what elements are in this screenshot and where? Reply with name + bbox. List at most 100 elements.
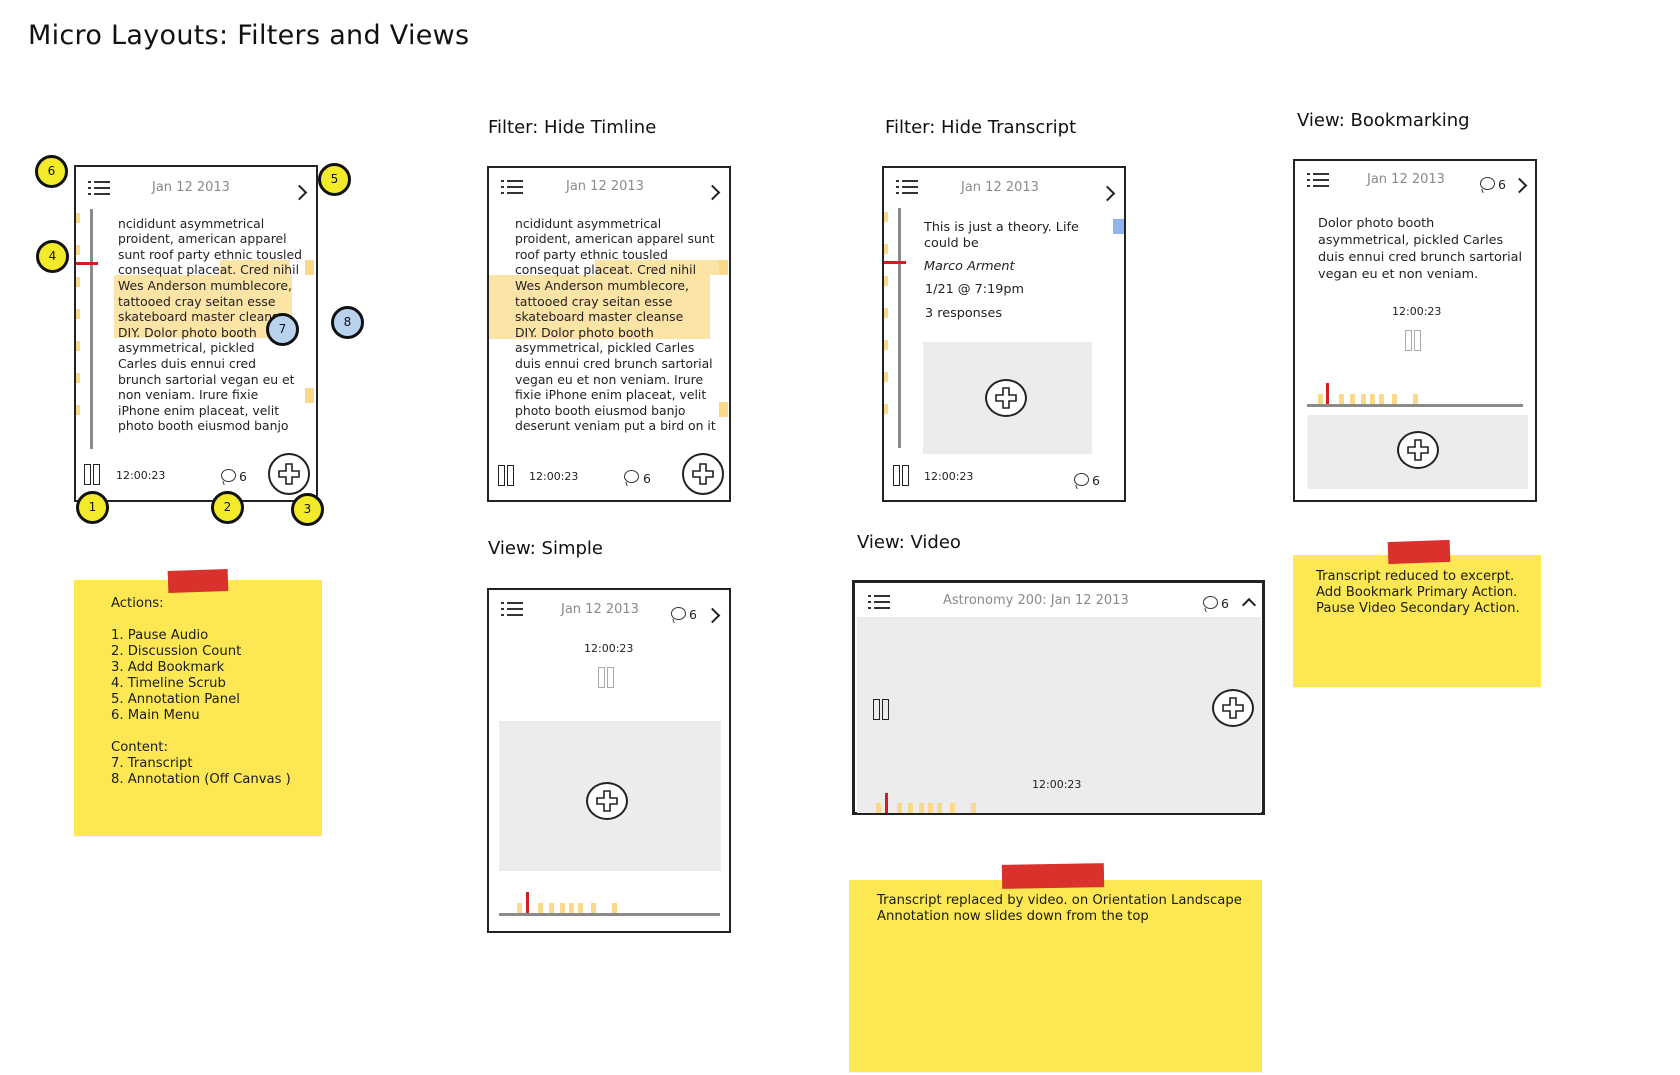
timeline-mark [884,276,888,286]
add-bookmark-button[interactable] [985,379,1027,417]
timeline-track[interactable] [90,209,93,449]
timeline-mark [971,803,976,813]
timeline-scrubber[interactable] [885,793,888,813]
pause-icon[interactable] [873,699,889,720]
add-bookmark-button[interactable] [268,453,310,495]
timeline-scrubber[interactable] [1326,383,1329,405]
timeline-mark [884,308,888,318]
chevron-right-icon[interactable] [704,184,721,201]
chevron-right-icon[interactable] [704,607,721,624]
tape [167,568,229,594]
timeline-track[interactable] [499,913,720,916]
transcript-text: ncididunt asymmetrical proident, america… [515,215,716,434]
bookmark-excerpt: Dolor photo booth asymmetrical, pickled … [1318,216,1523,282]
timeline-mark [884,404,888,414]
timeline-mark [76,309,80,319]
phone-video-landscape: Astronomy 200: Jan 12 2013 6 12:00:23 [852,580,1265,815]
timeline-mark [76,373,80,383]
comment-count: 6 [1221,596,1229,611]
menu-icon[interactable] [501,602,523,616]
menu-icon[interactable] [501,180,523,194]
annotation-mark [305,388,314,403]
date-label: Jan 12 2013 [561,602,639,617]
comment-icon[interactable] [221,469,236,482]
timeline-mark [884,212,888,222]
time-label: 12:00:23 [924,470,974,483]
section-title-hide-timeline: Filter: Hide Timline [488,117,657,138]
pause-icon[interactable] [498,465,514,486]
page-title: Micro Layouts: Filters and Views [28,20,470,51]
timeline-mark [908,803,913,813]
add-bookmark-button[interactable] [1397,431,1439,469]
pause-icon[interactable] [84,464,100,485]
marker-5: 5 [318,163,351,196]
menu-icon[interactable] [88,181,110,195]
section-title-simple: View: Simple [488,538,603,559]
video-area[interactable]: 12:00:23 [857,617,1261,813]
timeline-mark [538,903,543,913]
chevron-up-icon[interactable] [1241,597,1257,613]
marker-3: 3 [291,493,324,526]
timeline-mark [76,341,80,351]
marker-4: 4 [36,240,69,273]
marker-1: 1 [76,491,109,524]
date-label: Jan 12 2013 [152,180,230,195]
menu-icon[interactable] [896,180,918,194]
timeline-track[interactable] [898,208,901,448]
comment-icon[interactable] [624,470,639,483]
menu-icon[interactable] [1307,173,1329,187]
timeline-mark [884,372,888,382]
marker-2: 2 [211,491,244,524]
timeline-scrubber[interactable] [526,892,529,913]
timeline-mark [950,803,955,813]
annotation-quote: This is just a theory. Life could be [924,220,1079,251]
pause-icon[interactable] [598,667,614,688]
comment-count: 6 [689,607,697,622]
timeline-scrubber[interactable] [884,261,906,264]
chevron-right-icon[interactable] [1511,177,1528,194]
media-placeholder [499,721,721,871]
timeline-mark [76,277,80,287]
annotation-mark [719,402,728,417]
comment-icon[interactable] [671,607,686,620]
tape [1387,539,1451,565]
comment-count: 6 [643,471,651,486]
timeline-track[interactable] [1307,404,1523,407]
time-label: 12:00:23 [584,642,634,655]
bookmark-sticky-note: Transcript reduced to excerpt. Add Bookm… [1293,539,1541,687]
timeline-scrubber[interactable] [76,262,98,265]
timeline-mark [919,803,924,813]
timeline-mark [876,803,881,813]
add-bookmark-button[interactable] [1212,689,1254,727]
pause-icon[interactable] [893,465,909,486]
annotation-responses[interactable]: 3 responses [925,306,1002,322]
comment-icon[interactable] [1074,473,1089,486]
phone-hide-timeline: Jan 12 2013 ncididunt asymmetrical proid… [487,166,731,502]
chevron-right-icon[interactable] [291,184,308,201]
timeline-mark [897,803,902,813]
media-placeholder [1307,415,1528,489]
menu-icon[interactable] [868,595,890,609]
add-bookmark-button[interactable] [586,782,628,820]
marker-6: 6 [35,155,68,188]
timeline-mark [884,244,888,254]
timeline-mark [76,245,80,255]
time-label: 12:00:23 [116,469,166,482]
pause-icon[interactable] [1405,330,1421,351]
video-title: Astronomy 200: Jan 12 2013 [943,593,1129,608]
comment-icon[interactable] [1480,177,1495,190]
chevron-right-icon[interactable] [1099,185,1116,202]
timeline-mark [560,903,565,913]
comment-icon[interactable] [1203,596,1218,609]
date-label: Jan 12 2013 [1367,172,1445,187]
add-bookmark-button[interactable] [682,453,724,495]
date-label: Jan 12 2013 [961,180,1039,195]
tape [1001,863,1105,889]
timeline-mark [549,903,554,913]
phone-bookmarking: Jan 12 2013 6 Dolor photo booth asymmetr… [1293,159,1537,502]
actions-note-text: Actions: 1. Pause Audio 2. Discussion Co… [111,596,291,787]
annotation-mark [719,260,728,275]
section-title-bookmarking: View: Bookmarking [1297,110,1470,131]
section-title-hide-transcript: Filter: Hide Transcript [885,117,1077,138]
timeline-mark [76,213,80,223]
